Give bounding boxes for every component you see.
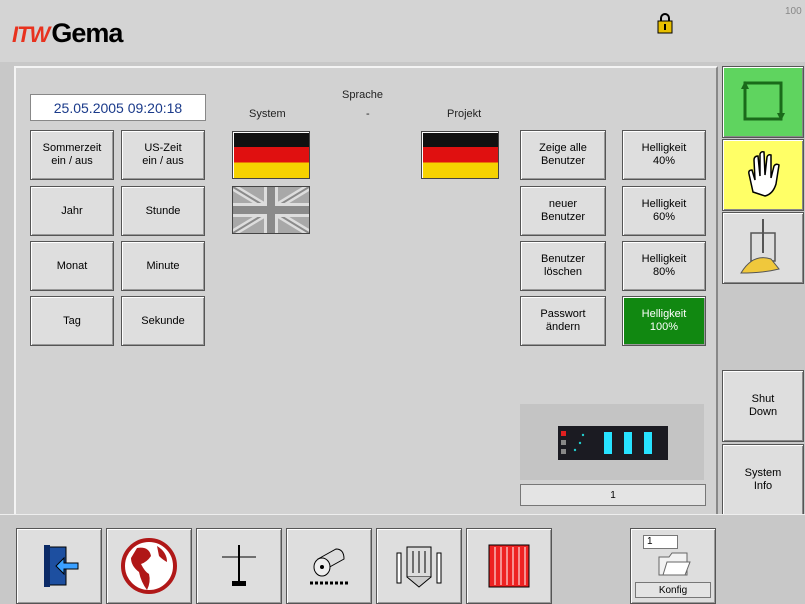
- device-number-bar[interactable]: 1: [520, 484, 706, 506]
- manual-mode-button[interactable]: [722, 139, 804, 211]
- exit-door-icon: [44, 545, 79, 587]
- system-info-button[interactable]: System Info: [722, 444, 804, 516]
- language-separator: -: [366, 108, 370, 120]
- powder-roller-icon: [310, 548, 348, 585]
- language-title: Sprache: [342, 89, 383, 101]
- datetime-display: 25.05.2005 09:20:18: [30, 94, 206, 121]
- cycle-icon: [741, 81, 785, 121]
- system-english-flag[interactable]: [232, 186, 310, 234]
- gun-icon: [222, 545, 256, 586]
- powder-feed-button[interactable]: [286, 528, 372, 604]
- booth-button[interactable]: [376, 528, 462, 604]
- globe-icon: [121, 538, 177, 594]
- project-german-flag[interactable]: [421, 131, 499, 179]
- new-user-button[interactable]: neuer Benutzer: [520, 186, 606, 236]
- project-language-label: Projekt: [447, 108, 482, 120]
- corner-indicator: 100: [785, 6, 802, 17]
- show-all-users-button[interactable]: Zeige alle Benutzer: [520, 130, 606, 180]
- konfig-label: Konfig: [635, 582, 711, 598]
- delete-user-button[interactable]: Benutzer löschen: [520, 241, 606, 291]
- controller-unit-icon: [558, 426, 668, 460]
- us-time-toggle-button[interactable]: US-Zeit ein / aus: [121, 130, 205, 180]
- gun-settings-button[interactable]: [196, 528, 282, 604]
- language-globe-button[interactable]: [106, 528, 192, 604]
- pump-overview-button[interactable]: [466, 528, 552, 604]
- day-button[interactable]: Tag: [30, 296, 114, 346]
- brightness-80-button[interactable]: Helligkeit 80%: [622, 241, 706, 291]
- change-password-button[interactable]: Passwort ändern: [520, 296, 606, 346]
- brightness-100-button[interactable]: Helligkeit 100%: [622, 296, 706, 346]
- year-button[interactable]: Jahr: [30, 186, 114, 236]
- month-button[interactable]: Monat: [30, 241, 114, 291]
- exit-button[interactable]: [16, 528, 102, 604]
- device-display: [520, 404, 704, 480]
- auto-cycle-button[interactable]: [722, 66, 804, 138]
- booth-icon: [396, 546, 442, 588]
- lock-icon: [657, 13, 673, 34]
- konfig-button[interactable]: 1 Konfig: [630, 528, 716, 604]
- brightness-40-button[interactable]: Helligkeit 40%: [622, 130, 706, 180]
- konfig-number: 1: [643, 535, 678, 549]
- brightness-60-button[interactable]: Helligkeit 60%: [622, 186, 706, 236]
- second-button[interactable]: Sekunde: [121, 296, 205, 346]
- system-german-flag[interactable]: [232, 131, 310, 179]
- cleaning-button[interactable]: [722, 212, 804, 284]
- cleaning-icon: [740, 219, 780, 274]
- itw-gema-logo: ITWGema: [12, 18, 123, 48]
- dst-toggle-button[interactable]: Sommerzeit ein / aus: [30, 130, 114, 180]
- minute-button[interactable]: Minute: [121, 241, 205, 291]
- hour-button[interactable]: Stunde: [121, 186, 205, 236]
- hand-icon: [748, 151, 780, 197]
- folder-icon: [658, 552, 691, 576]
- pump-grid-icon: [488, 544, 530, 588]
- shutdown-button[interactable]: Shut Down: [722, 370, 804, 442]
- system-language-label: System: [249, 108, 286, 120]
